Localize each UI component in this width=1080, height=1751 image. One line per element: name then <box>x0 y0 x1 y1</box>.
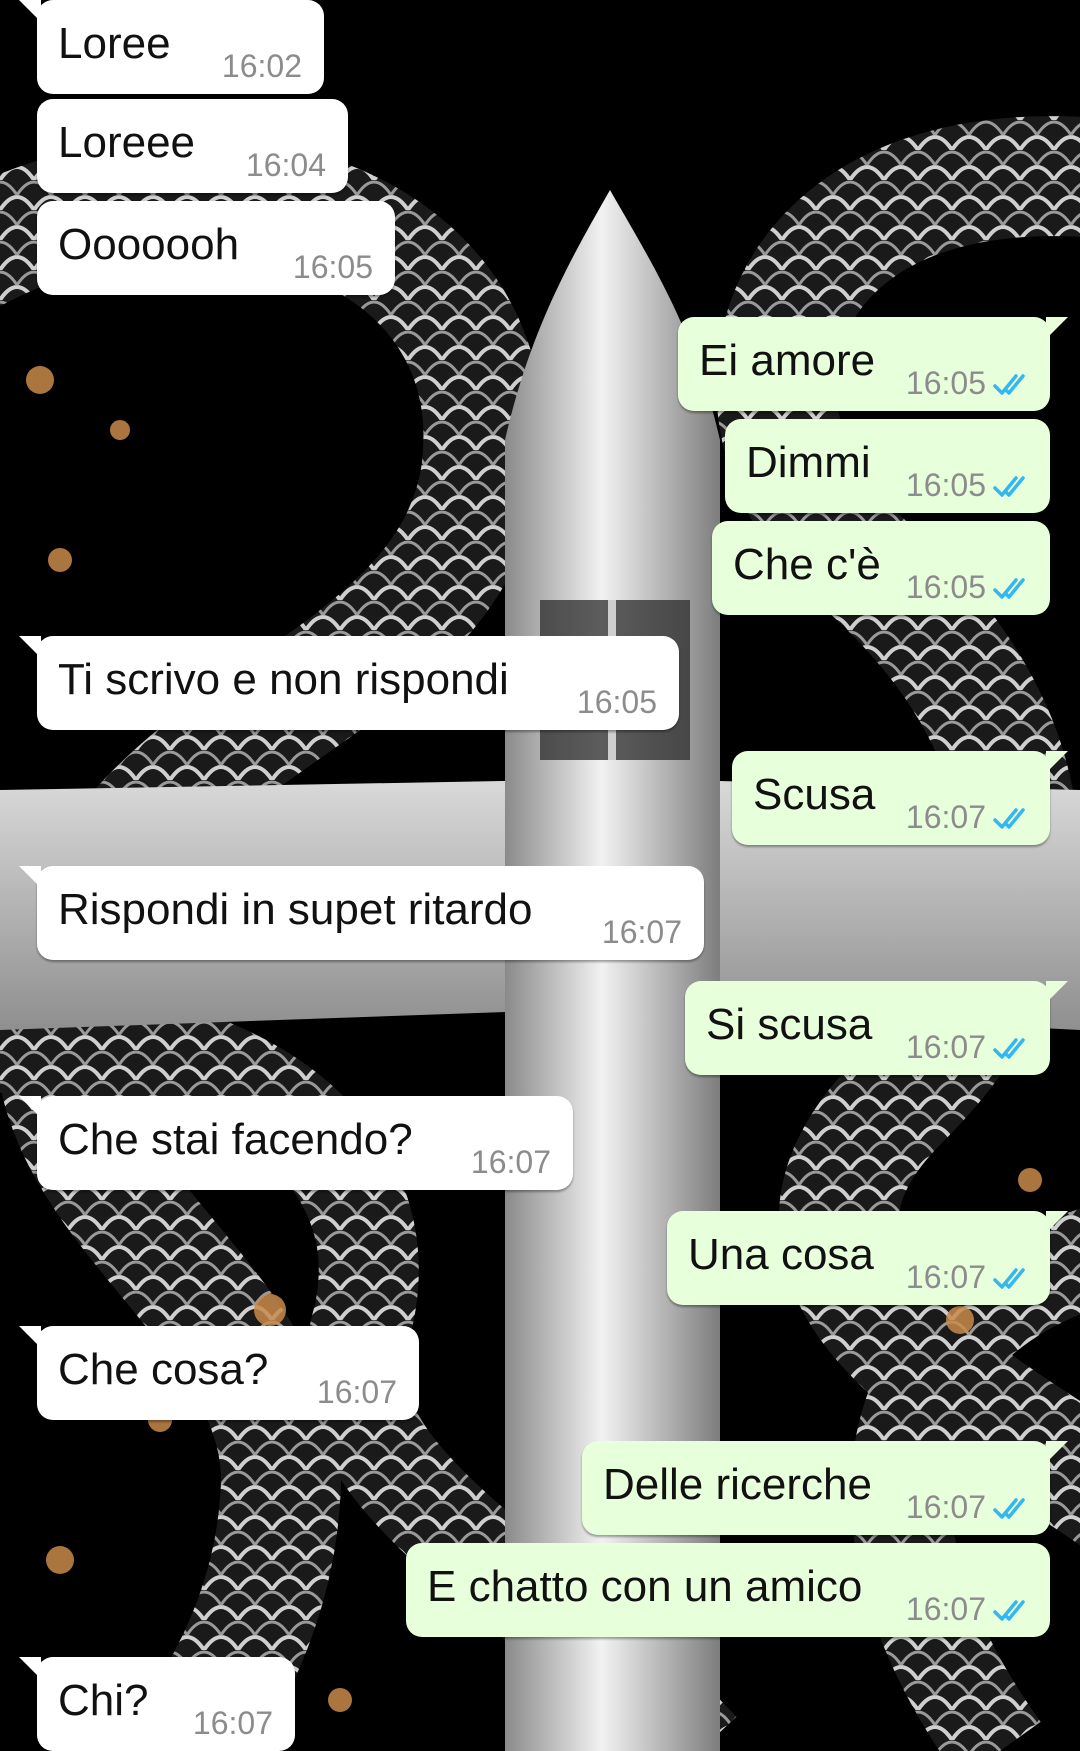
message-text: E chatto con un amico <box>427 1562 863 1611</box>
message-incoming[interactable]: Loreee 16:04 <box>37 99 348 193</box>
message-outgoing[interactable]: Una cosa 16:07 <box>667 1211 1068 1305</box>
conversation[interactable]: Loree 16:02 Loreee 16:04 Ooooooh 16:05 E… <box>0 0 1080 1751</box>
message-text: Ei amore <box>699 336 876 385</box>
message-time: 16:04 <box>245 147 326 183</box>
message-time: 16:07 <box>316 1374 397 1410</box>
double-check-icon <box>993 374 1025 395</box>
message-outgoing[interactable]: E chatto con un amico 16:07 <box>406 1543 1050 1637</box>
message-text: Ti scrivo e non rispondi <box>58 655 509 704</box>
double-check-icon <box>993 1038 1025 1059</box>
message-text: Che stai facendo? <box>58 1115 413 1164</box>
message-incoming[interactable]: Che cosa? 16:07 <box>19 1326 419 1420</box>
message-text: Ooooooh <box>58 220 240 269</box>
message-time: 16:05 <box>905 467 986 503</box>
double-check-icon <box>993 808 1025 829</box>
message-time: 16:07 <box>905 799 986 835</box>
message-time: 16:07 <box>192 1705 273 1741</box>
message-outgoing[interactable]: Delle ricerche 16:07 <box>582 1441 1068 1535</box>
message-outgoing[interactable]: Dimmi 16:05 <box>725 419 1050 513</box>
message-text: Si scusa <box>706 1000 873 1049</box>
message-text: Delle ricerche <box>603 1460 872 1509</box>
message-outgoing[interactable]: Si scusa 16:07 <box>685 981 1068 1075</box>
message-time: 16:02 <box>221 48 302 84</box>
message-time: 16:07 <box>905 1591 986 1627</box>
message-text: Scusa <box>753 770 876 819</box>
message-time: 16:05 <box>905 365 986 401</box>
message-text: Una cosa <box>688 1230 874 1279</box>
message-outgoing[interactable]: Che c'è 16:05 <box>712 521 1050 615</box>
message-incoming[interactable]: Loree 16:02 <box>19 0 324 94</box>
message-text: Dimmi <box>746 438 871 487</box>
message-time: 16:07 <box>905 1029 986 1065</box>
message-text: Che cosa? <box>58 1345 269 1394</box>
message-outgoing[interactable]: Scusa 16:07 <box>732 751 1068 845</box>
message-incoming[interactable]: Chi? 16:07 <box>19 1657 295 1751</box>
double-check-icon <box>993 578 1025 599</box>
message-time: 16:07 <box>470 1144 551 1180</box>
message-incoming[interactable]: Ooooooh 16:05 <box>37 201 395 295</box>
message-text: Loree <box>58 19 171 68</box>
message-time: 16:07 <box>601 914 682 950</box>
message-text: Chi? <box>58 1676 149 1725</box>
message-text: Rispondi in supet ritardo <box>58 885 533 934</box>
message-time: 16:05 <box>905 569 986 605</box>
message-time: 16:07 <box>905 1259 986 1295</box>
message-time: 16:07 <box>905 1489 986 1525</box>
double-check-icon <box>993 1498 1025 1519</box>
message-outgoing[interactable]: Ei amore 16:05 <box>678 317 1068 411</box>
message-incoming[interactable]: Rispondi in supet ritardo 16:07 <box>19 866 704 960</box>
double-check-icon <box>993 1268 1025 1289</box>
double-check-icon <box>993 476 1025 497</box>
message-time: 16:05 <box>576 684 657 720</box>
message-text: Che c'è <box>733 540 881 589</box>
message-incoming[interactable]: Ti scrivo e non rispondi 16:05 <box>19 636 679 730</box>
message-incoming[interactable]: Che stai facendo? 16:07 <box>19 1096 573 1190</box>
message-time: 16:05 <box>292 249 373 285</box>
message-text: Loreee <box>58 118 196 167</box>
double-check-icon <box>993 1600 1025 1621</box>
